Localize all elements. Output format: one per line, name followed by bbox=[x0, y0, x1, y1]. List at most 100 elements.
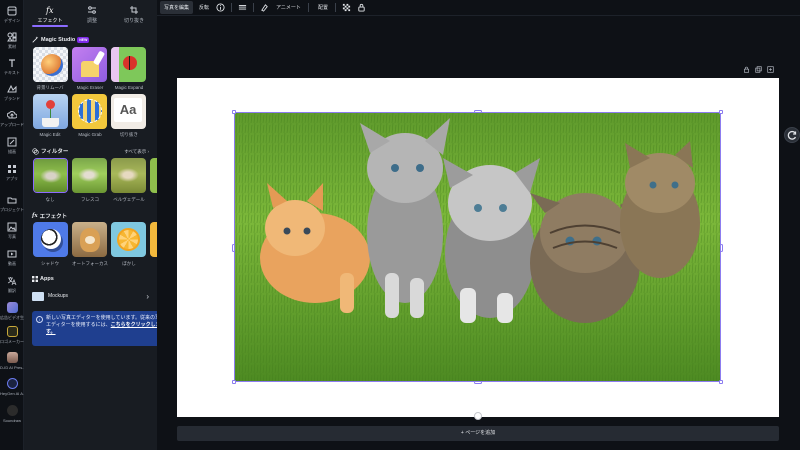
photo-editor-app: デザイン 素材 テキスト ブランド アップロード 描画 アプリ プロジェクト 写… bbox=[0, 0, 800, 450]
add-page-button[interactable]: + ページを追加 bbox=[177, 426, 779, 441]
resize-handle-right[interactable] bbox=[720, 244, 723, 252]
did-app-icon bbox=[6, 352, 18, 363]
kittens-photo[interactable] bbox=[234, 112, 721, 382]
rail-item-label: アプリ bbox=[6, 176, 18, 181]
resize-handle-bottom-left[interactable] bbox=[232, 380, 236, 384]
fx-icon: fx bbox=[45, 6, 54, 15]
magic-tool-magic-edit[interactable] bbox=[33, 94, 68, 129]
rail-item-label: 描画 bbox=[8, 149, 16, 154]
tab-label: エフェクト bbox=[37, 18, 63, 24]
elements-icon bbox=[7, 32, 17, 42]
resize-handle-top-left[interactable] bbox=[232, 110, 236, 114]
rail-item-soundraw-app[interactable]: Soundraw bbox=[0, 405, 24, 423]
effect-autofocus[interactable] bbox=[72, 222, 107, 257]
rail-item-design[interactable]: デザイン bbox=[0, 6, 24, 23]
page-lock-icon[interactable] bbox=[743, 66, 750, 73]
magic-tool-magic-eraser[interactable] bbox=[72, 47, 107, 82]
effects-header: fx エフェクト bbox=[32, 212, 67, 220]
text-sample-illustration: Aa bbox=[114, 98, 142, 122]
crop-icon bbox=[130, 6, 138, 14]
edit-photo-button[interactable]: 写真を編集 bbox=[160, 1, 194, 14]
transparency-icon[interactable] bbox=[342, 3, 351, 12]
refresh-icon bbox=[787, 130, 797, 140]
resize-handle-left[interactable] bbox=[232, 244, 235, 252]
rail-item-label: 動画 bbox=[8, 261, 16, 266]
rail-item-videos[interactable]: 動画 bbox=[0, 249, 24, 266]
apps-title: Apps bbox=[40, 276, 54, 282]
ad-video-app-icon bbox=[6, 302, 18, 313]
effect-label: オートフォーカス bbox=[72, 261, 108, 266]
info-icon: i bbox=[36, 316, 43, 323]
filters-see-all-link[interactable]: すべて表示 › bbox=[124, 149, 149, 155]
magic-tool-crop[interactable]: Aa bbox=[111, 94, 146, 129]
filter-none[interactable] bbox=[33, 158, 68, 193]
soundraw-app-icon bbox=[6, 405, 18, 416]
mockups-icon bbox=[32, 291, 44, 301]
duplicate-page-icon[interactable] bbox=[755, 66, 762, 73]
toolbar-divider bbox=[231, 3, 233, 12]
design-page[interactable] bbox=[177, 78, 779, 417]
lock-icon[interactable] bbox=[357, 3, 366, 12]
rail-item-projects[interactable]: プロジェクト bbox=[0, 195, 24, 212]
tab-effects[interactable]: fx エフェクト bbox=[32, 0, 68, 27]
rail-item-logo-maker-app[interactable]: ロゴメーカー bbox=[0, 326, 24, 344]
tab-crop[interactable]: 切り抜き bbox=[116, 0, 152, 27]
add-page-icon[interactable] bbox=[767, 66, 774, 73]
rail-item-label: テキスト bbox=[4, 70, 20, 75]
filter-fresco[interactable] bbox=[72, 158, 107, 193]
resize-handle-top[interactable] bbox=[474, 110, 482, 113]
filters-header: フィルター bbox=[32, 147, 68, 155]
effect-label: シャドウ bbox=[41, 261, 59, 266]
info-circle-icon[interactable] bbox=[216, 3, 225, 12]
magic-tool-magic-expand[interactable] bbox=[111, 47, 146, 82]
magic-tool-label: 背景リムーバ bbox=[36, 85, 64, 90]
left-rail: デザイン 素材 テキスト ブランド アップロード 描画 アプリ プロジェクト 写… bbox=[0, 0, 24, 450]
rail-item-text[interactable]: テキスト bbox=[0, 58, 24, 75]
magic-tool-magic-grab[interactable] bbox=[72, 94, 107, 129]
apps-header: Apps bbox=[32, 276, 54, 282]
rotate-handle-icon[interactable] bbox=[474, 412, 482, 420]
translate-icon bbox=[7, 277, 17, 286]
rail-item-ad-video-app[interactable]: 広告ビデオ生... bbox=[0, 302, 24, 320]
tab-adjust[interactable]: 調整 bbox=[74, 0, 110, 27]
rail-item-label: プロジェクト bbox=[0, 207, 24, 212]
rail-item-heygen-app[interactable]: HeyGen AI A... bbox=[0, 378, 24, 396]
legacy-editor-notice: i 新しい写真エディターを使用しています。従来の写真エディターを使用するには、こ… bbox=[32, 311, 171, 346]
new-badge: NEW bbox=[77, 36, 90, 43]
resize-handle-top-right[interactable] bbox=[719, 110, 723, 114]
rail-item-draw[interactable]: 描画 bbox=[0, 137, 24, 154]
design-icon bbox=[7, 6, 17, 16]
rail-item-photos[interactable]: 写真 bbox=[0, 222, 24, 239]
effect-shadow[interactable] bbox=[33, 222, 68, 257]
magic-tool-label: Magic Grab bbox=[78, 132, 102, 137]
filter-belvedere[interactable] bbox=[111, 158, 146, 193]
effect-blur[interactable] bbox=[111, 222, 146, 257]
rail-item-label: HeyGen AI A... bbox=[0, 391, 24, 396]
filter-label: フレスコ bbox=[81, 197, 99, 202]
rail-item-label: 素材 bbox=[8, 44, 16, 49]
sliders-icon bbox=[88, 6, 96, 14]
magic-tool-bg-remover[interactable] bbox=[33, 47, 68, 82]
feedback-chat-icon[interactable] bbox=[784, 127, 800, 143]
animate-icon bbox=[261, 4, 268, 12]
filter-partial-next[interactable] bbox=[150, 158, 157, 193]
resize-handle-bottom[interactable] bbox=[474, 381, 482, 384]
flip-button[interactable]: 反転 bbox=[195, 1, 213, 14]
animate-button[interactable]: アニメート bbox=[272, 1, 305, 14]
effect-partial-next[interactable] bbox=[150, 222, 157, 257]
position-button[interactable]: 配置 bbox=[314, 1, 332, 14]
rail-item-apps[interactable]: アプリ bbox=[0, 164, 24, 181]
line-style-icon[interactable] bbox=[238, 3, 247, 12]
rail-item-label: 翻訳 bbox=[8, 288, 16, 293]
magic-grab-illustration bbox=[78, 99, 102, 123]
app-item-label: Mockups bbox=[48, 293, 69, 299]
rail-item-did-app[interactable]: D-ID AI Pres... bbox=[0, 352, 24, 370]
app-item-mockups[interactable]: Mockups › bbox=[32, 290, 149, 302]
rail-item-brand[interactable]: ブランド bbox=[0, 84, 24, 101]
rail-item-upload[interactable]: アップロード bbox=[0, 110, 24, 127]
rail-item-elements[interactable]: 素材 bbox=[0, 32, 24, 49]
resize-handle-bottom-right[interactable] bbox=[719, 380, 723, 384]
see-all-label: すべて表示 bbox=[124, 149, 147, 154]
logo-maker-app-icon bbox=[6, 326, 18, 337]
rail-item-translate[interactable]: 翻訳 bbox=[0, 276, 24, 293]
